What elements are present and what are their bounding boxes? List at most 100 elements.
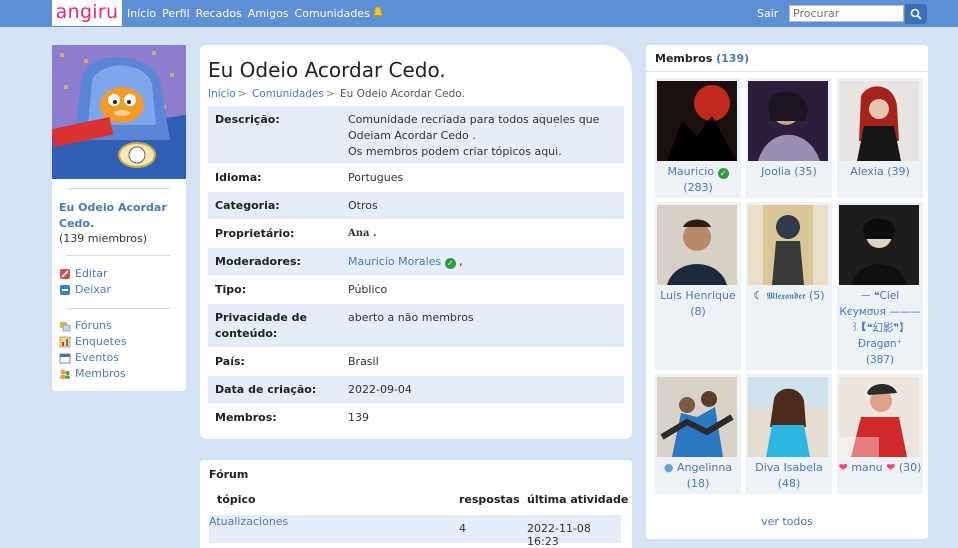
search-input[interactable] (789, 5, 904, 22)
forum-panel: Fórum tópico respostas última atividade … (200, 460, 632, 548)
member-count: (35) (794, 165, 817, 178)
forum-title: Fórum (209, 468, 249, 481)
polls-link[interactable]: Enquetes (59, 335, 126, 348)
search-button[interactable] (905, 4, 927, 24)
member-card[interactable]: Diva Isabela (48) (746, 374, 832, 494)
member-count: (18) (686, 477, 710, 490)
edit-link[interactable]: Editar (59, 267, 108, 280)
verified-icon: ✓ (444, 258, 456, 269)
members-header: Membros (139) (655, 52, 749, 65)
member-card[interactable]: ᅳ ❝Ciel Кєумσυя ———꒱【❝幻影❞】Ðragøn⁺ (387) (837, 202, 923, 370)
member-name: Diva Isabela (48) (746, 460, 832, 492)
breadcrumb-comunidades[interactable]: Comunidades (252, 88, 324, 100)
heart-icon: ❤ (838, 461, 848, 474)
community-sidebar: Eu Odeio Acordar Cedo. (139 miembros) Ed… (52, 45, 186, 391)
leave-link[interactable]: Deixar (59, 283, 111, 296)
member-photo (657, 81, 737, 161)
polls-icon (59, 336, 71, 347)
nav-comunidades[interactable]: Comunidades (295, 7, 370, 20)
owner-link[interactable]: Ana . (348, 226, 620, 242)
members-label: Membros (75, 367, 126, 380)
info-value: Comunidade recriada para todos aqueles q… (348, 113, 600, 158)
forum-header-last: última atividade (527, 493, 629, 506)
logout-link[interactable]: Sair (757, 7, 778, 20)
nav-recados[interactable]: Recados (196, 7, 242, 20)
info-value: 2022-09-04 (348, 383, 412, 396)
info-label: Proprietário: (215, 227, 295, 240)
members-link[interactable]: Membros (59, 367, 126, 380)
bell-icon[interactable] (372, 6, 384, 19)
info-label: País: (215, 355, 245, 368)
members-count: (139) (716, 52, 750, 65)
polls-label: Enquetes (75, 335, 127, 348)
forums-link[interactable]: Fóruns (59, 319, 112, 332)
members-title: Membros (655, 52, 713, 65)
badge-icon: ● (663, 461, 674, 474)
forums-icon (60, 321, 71, 331)
site-logo[interactable]: angiru (52, 0, 122, 26)
info-label: Data de criação: (215, 383, 317, 396)
member-name-text: manu (851, 461, 883, 474)
info-row-type: Tipo: Público (208, 276, 624, 304)
member-count: (139 miembros) (59, 232, 148, 245)
verified-icon: ✓ (717, 168, 729, 179)
member-name-text: Luis Henrique (660, 289, 736, 302)
member-name-text: Diva Isabela (755, 461, 823, 474)
info-label: Moderadores: (215, 255, 301, 268)
search-icon (910, 8, 922, 20)
member-name: Joolia (35) (746, 164, 832, 180)
member-name-text: ᅳ ❝Ciel Кєумσυя ———꒱【❝幻影❞】Ðragøn⁺ (839, 290, 921, 350)
forum-header-replies: respostas (459, 493, 520, 506)
member-name: Alexia (39) (837, 164, 923, 180)
member-count: (39) (887, 165, 910, 178)
forum-row: Atualizaciones 4 2022-11-08 16:23 (209, 515, 621, 548)
member-photo (839, 205, 919, 285)
nav-perfil[interactable]: Perfil (162, 7, 190, 20)
member-name-text: Alexia (850, 165, 884, 178)
info-row-owner: Proprietário: Ana . (208, 220, 624, 248)
member-card[interactable]: Alexia (39) (837, 78, 923, 198)
moderator-link[interactable]: Mauricio Morales (348, 255, 441, 268)
breadcrumb-current: Eu Odeio Acordar Cedo. (340, 88, 465, 100)
info-label: Privacidade de conteúdo: (215, 311, 307, 340)
info-row-moderators: Moderadores: Mauricio Morales ✓ , (208, 248, 624, 276)
member-photo (839, 81, 919, 161)
member-count: (48) (777, 477, 801, 490)
breadcrumb-inicio[interactable]: Início (208, 88, 236, 100)
info-row-category: Categoria: Otros (208, 192, 624, 220)
member-card[interactable]: ❤ manu ❤ (30) (837, 374, 923, 494)
info-row-created: Data de criação: 2022-09-04 (208, 376, 624, 404)
forum-replies: 4 (459, 522, 466, 535)
member-card[interactable]: Luis Henrique (8) (655, 202, 741, 370)
forum-last-activity: 2022-11-08 16:23 (527, 522, 591, 548)
view-all-members-link[interactable]: ver todos (646, 515, 928, 528)
info-value: Público (348, 283, 388, 296)
info-label: Idioma: (215, 171, 262, 184)
edit-icon (60, 268, 70, 279)
main-nav: Início Perfil Recados Amigos Comunidades (127, 7, 376, 20)
info-row-description: Descrição: Comunidade recriada para todo… (208, 106, 624, 164)
info-value: 139 (348, 411, 369, 424)
forums-label: Fóruns (75, 319, 112, 332)
info-value: aberto a não membros (348, 311, 474, 324)
forum-topic-link[interactable]: Atualizaciones (209, 515, 288, 528)
nav-inicio[interactable]: Início (127, 7, 156, 20)
divider (67, 255, 170, 256)
member-name: ● Angelinna (18) (655, 460, 741, 492)
member-count: (387) (865, 354, 895, 366)
edit-label: Editar (75, 267, 108, 280)
community-name-link[interactable]: Eu Odeio Acordar Cedo. (59, 200, 179, 232)
divider (67, 308, 170, 309)
member-card[interactable]: Mauricio ✓ (283) (655, 78, 741, 198)
member-card[interactable]: ☾ 𝕸𝖑𝖊𝖝𝖆𝖓𝖉𝖊𝖗 (5) (746, 202, 832, 370)
info-label: Membros: (215, 411, 277, 424)
breadcrumb: Início > Comunidades > Eu Odeio Acordar Ce… (208, 88, 465, 100)
moderator-suffix: , (459, 255, 463, 268)
member-card[interactable]: Joolia (35) (746, 78, 832, 198)
info-value: Brasil (348, 355, 379, 368)
members-panel: Membros (139) Mauricio ✓ (283) Joolia (3… (646, 45, 928, 539)
nav-amigos[interactable]: Amigos (248, 7, 289, 20)
events-link[interactable]: Eventos (59, 351, 119, 364)
divider (67, 188, 170, 189)
member-card[interactable]: ● Angelinna (18) (655, 374, 741, 494)
